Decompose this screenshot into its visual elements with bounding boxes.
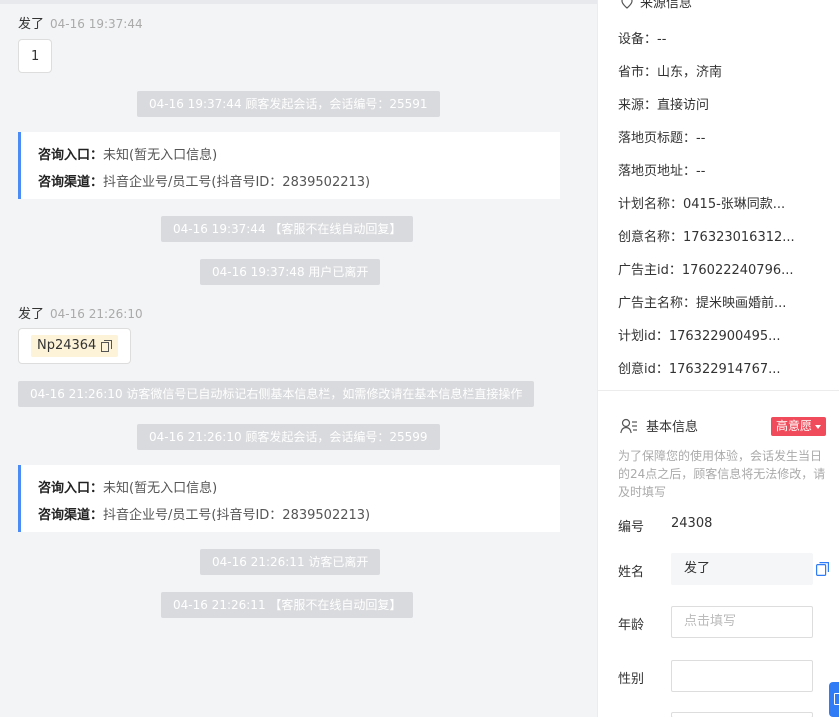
id-value: 24308 [671, 516, 713, 531]
next-field[interactable] [671, 712, 813, 717]
age-label: 年龄 [618, 618, 645, 633]
entry-info-card: 咨询入口：未知(暂无入口信息) 咨询渠道：抖音企业号/员工号(抖音号ID：283… [18, 132, 560, 199]
source-plan-name: 计划名称：0415-张琳同款... [618, 197, 786, 212]
channel-row: 咨询渠道：抖音企业号/员工号(抖音号ID：2839502213) [38, 502, 560, 529]
copy-name-icon[interactable] [816, 562, 829, 576]
entry-row: 咨询入口：未知(暂无入口信息) [38, 142, 560, 169]
user-list-icon [620, 418, 637, 433]
source-landing-url: 落地页地址：-- [618, 164, 706, 179]
source-region: 省市：山东，济南 [618, 65, 723, 80]
location-icon [621, 0, 633, 9]
channel-label: 咨询渠道： [38, 508, 104, 523]
system-message: 04-16 19:37:44 【客服不在线自动回复】 [161, 216, 414, 242]
id-label: 编号 [618, 520, 645, 535]
wechat-id-tag[interactable]: Np24364 [31, 335, 119, 357]
channel-value: 抖音企业号/员工号(抖音号ID：2839502213) [103, 175, 371, 190]
source-creative-name: 创意名称：176323016312... [618, 230, 795, 245]
age-input[interactable]: 点击填写 [671, 606, 813, 638]
system-message: 04-16 21:26:11 【客服不在线自动回复】 [161, 592, 414, 618]
source-title-text: 来源信息 [640, 0, 693, 11]
entry-info-card: 咨询入口：未知(暂无入口信息) 咨询渠道：抖音企业号/员工号(抖音号ID：283… [18, 465, 560, 532]
channel-label: 咨询渠道： [38, 175, 104, 190]
section-divider [598, 390, 839, 391]
basic-title-text: 基本信息 [646, 420, 699, 435]
system-message: 04-16 21:26:11 访客已离开 [200, 549, 381, 575]
sender-name: 发了 [18, 307, 45, 322]
message-bubble: 1 [18, 39, 53, 73]
chat-panel: 发了 04-16 19:37:44 1 04-16 19:37:44 顾客发起会话… [0, 0, 597, 717]
channel-row: 咨询渠道：抖音企业号/员工号(抖音号ID：2839502213) [38, 169, 560, 196]
copy-icon[interactable] [101, 340, 113, 352]
system-message: 04-16 19:37:48 用户已离开 [200, 259, 381, 285]
gender-label: 性别 [618, 672, 645, 687]
name-field[interactable]: 发了 [671, 553, 813, 585]
source-info-title: 来源信息 [620, 0, 692, 11]
entry-row: 咨询入口：未知(暂无入口信息) [38, 475, 560, 502]
message-bubble: Np24364 [18, 328, 132, 364]
source-device: 设备：-- [618, 32, 667, 47]
entry-label: 咨询入口： [38, 481, 104, 496]
source-creative-id: 创意id：176322914767... [618, 362, 781, 377]
intent-badge-label: 高意愿 [776, 419, 813, 433]
system-message: 04-16 21:26:10 顾客发起会话，会话编号：25599 [137, 424, 440, 450]
name-label: 姓名 [618, 565, 645, 580]
message-header: 发了 04-16 19:37:44 [18, 13, 143, 32]
edit-deadline-note: 为了保障您的使用体验，会话发生当日的24点之后，顾客信息将无法修改，请及时填写 [618, 449, 826, 499]
floating-action-button[interactable] [829, 682, 839, 717]
message-time: 04-16 19:37:44 [50, 17, 143, 31]
message-header: 发了 04-16 21:26:10 [18, 303, 143, 322]
source-advertiser-name: 广告主名称：提米映画婚前... [618, 296, 787, 311]
entry-label: 咨询入口： [38, 148, 104, 163]
channel-value: 抖音企业号/员工号(抖音号ID：2839502213) [103, 508, 371, 523]
sender-name: 发了 [18, 17, 45, 32]
system-message: 04-16 21:26:10 访客微信号已自动标记右侧基本信息栏，如需修改请在基… [18, 381, 535, 407]
entry-value: 未知(暂无入口信息) [103, 148, 218, 163]
intent-level-dropdown[interactable]: 高意愿 [771, 417, 827, 436]
wechat-id-text: Np24364 [37, 338, 97, 353]
entry-value: 未知(暂无入口信息) [103, 481, 218, 496]
chat-top-edge [0, 0, 597, 4]
source-landing-title: 落地页标题：-- [618, 131, 706, 146]
basic-info-title: 基本信息 [620, 416, 698, 435]
system-message: 04-16 19:37:44 顾客发起会话，会话编号：25591 [137, 91, 440, 117]
source-plan-id: 计划id：176322900495... [618, 329, 781, 344]
source-origin: 来源：直接访问 [618, 98, 710, 113]
gender-select[interactable] [671, 660, 813, 692]
message-time: 04-16 21:26:10 [50, 307, 143, 321]
caret-down-icon [815, 424, 822, 429]
source-advertiser-id: 广告主id：176022240796... [618, 263, 794, 278]
